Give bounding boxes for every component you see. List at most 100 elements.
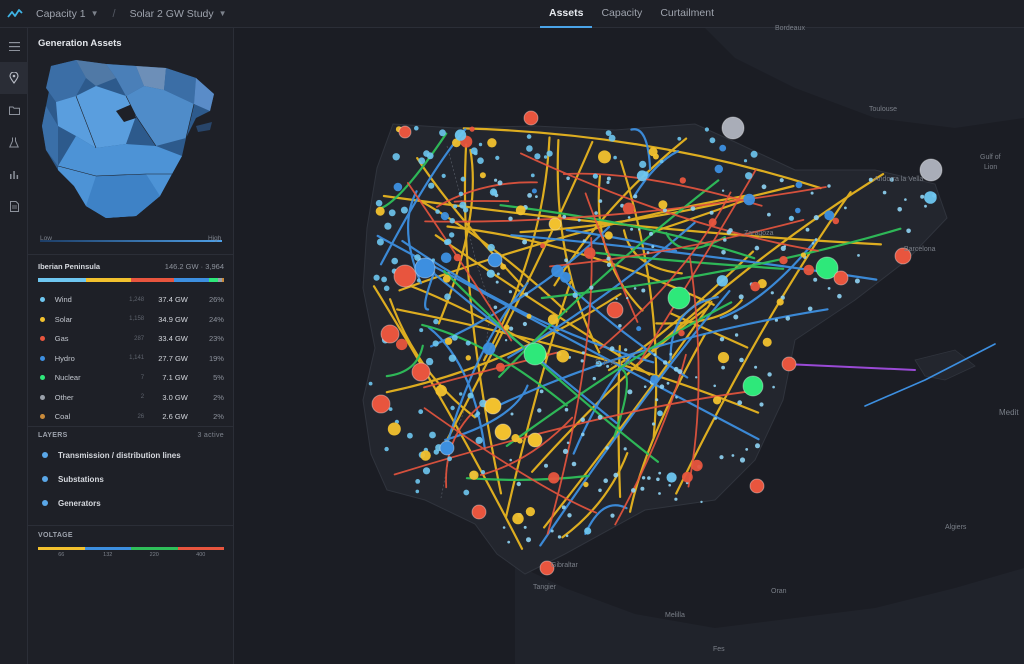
generator-marker[interactable] — [584, 527, 592, 535]
generator-marker[interactable] — [682, 471, 693, 483]
substation-marker[interactable] — [463, 489, 470, 496]
substation-marker[interactable] — [373, 274, 380, 281]
generator-marker[interactable] — [512, 512, 524, 525]
source-row-nuclear[interactable]: Nuclear 7 7.1 GW 5% — [38, 368, 224, 388]
substation-marker[interactable] — [522, 321, 527, 327]
substation-marker[interactable] — [407, 432, 413, 439]
substation-marker[interactable] — [504, 339, 508, 342]
flask-icon[interactable] — [0, 126, 28, 158]
substation-marker[interactable] — [646, 251, 650, 254]
generator-marker[interactable] — [824, 210, 835, 221]
substation-marker[interactable] — [640, 486, 645, 491]
substation-marker[interactable] — [633, 287, 637, 290]
substation-marker[interactable] — [605, 130, 612, 136]
substation-marker[interactable] — [544, 463, 548, 468]
substation-marker[interactable] — [415, 479, 421, 484]
substation-marker[interactable] — [435, 209, 440, 214]
substation-marker[interactable] — [419, 328, 424, 333]
substation-marker[interactable] — [755, 443, 760, 449]
substation-marker[interactable] — [580, 359, 584, 363]
transmission-line[interactable] — [453, 200, 510, 203]
generator-marker[interactable] — [779, 256, 788, 265]
substation-marker[interactable] — [467, 392, 474, 399]
substation-marker[interactable] — [807, 306, 813, 312]
generator-marker[interactable] — [503, 324, 510, 331]
substation-marker[interactable] — [567, 513, 572, 518]
substation-marker[interactable] — [439, 129, 446, 137]
substation-marker[interactable] — [425, 357, 434, 366]
substation-marker[interactable] — [854, 278, 860, 284]
substation-marker[interactable] — [737, 400, 743, 406]
generator-marker[interactable] — [548, 472, 560, 484]
generator-marker[interactable] — [526, 313, 532, 319]
generator-marker[interactable] — [795, 207, 801, 214]
substation-marker[interactable] — [429, 431, 436, 439]
substation-marker[interactable] — [837, 293, 842, 299]
generator-marker[interactable] — [442, 274, 451, 283]
source-row-gas[interactable]: Gas 287 33.4 GW 23% — [38, 329, 224, 349]
substation-marker[interactable] — [594, 211, 598, 215]
plant-marker[interactable] — [721, 116, 745, 140]
region-choropleth-map[interactable] — [36, 56, 226, 226]
substation-marker[interactable] — [497, 180, 503, 186]
substation-marker[interactable] — [524, 292, 529, 296]
plant-marker[interactable] — [393, 264, 417, 288]
substation-marker[interactable] — [459, 201, 467, 209]
substation-marker[interactable] — [441, 173, 446, 178]
generator-marker[interactable] — [465, 355, 471, 361]
substation-marker[interactable] — [494, 178, 498, 182]
layer-toggle-substations[interactable]: Substations — [38, 471, 224, 487]
substation-marker[interactable] — [857, 254, 860, 257]
substation-marker[interactable] — [643, 385, 647, 389]
substation-marker[interactable] — [738, 294, 744, 300]
substation-marker[interactable] — [392, 153, 400, 161]
substation-marker[interactable] — [767, 372, 772, 377]
source-row-wind[interactable]: Wind 1,248 37.4 GW 26% — [38, 290, 224, 310]
substation-marker[interactable] — [666, 381, 670, 385]
substation-marker[interactable] — [649, 231, 653, 236]
substation-marker[interactable] — [534, 153, 541, 160]
substation-marker[interactable] — [721, 189, 725, 192]
substation-marker[interactable] — [633, 194, 638, 199]
substation-marker[interactable] — [522, 239, 528, 245]
substation-marker[interactable] — [623, 447, 627, 451]
generator-marker[interactable] — [716, 275, 728, 287]
generator-marker[interactable] — [598, 150, 611, 164]
tab-capacity[interactable]: Capacity — [592, 0, 651, 28]
generator-marker[interactable] — [551, 264, 564, 278]
substation-marker[interactable] — [562, 448, 569, 454]
substation-marker[interactable] — [627, 389, 633, 395]
layer-toggle-generators[interactable]: Generators — [38, 495, 224, 511]
substation-marker[interactable] — [675, 396, 678, 399]
substation-marker[interactable] — [844, 206, 847, 210]
generator-marker[interactable] — [583, 481, 589, 488]
substation-marker[interactable] — [868, 177, 873, 182]
substation-marker[interactable] — [655, 398, 659, 402]
generator-marker[interactable] — [714, 164, 723, 174]
substation-marker[interactable] — [508, 216, 513, 221]
source-row-solar[interactable]: Solar 1,158 34.9 GW 24% — [38, 310, 224, 330]
substation-marker[interactable] — [375, 199, 383, 207]
substation-marker[interactable] — [598, 488, 602, 493]
substation-marker[interactable] — [507, 540, 511, 544]
generator-marker[interactable] — [572, 292, 578, 298]
substation-marker[interactable] — [810, 191, 814, 195]
map-canvas[interactable] — [235, 28, 1024, 664]
substation-marker[interactable] — [674, 497, 678, 501]
generator-marker[interactable] — [750, 281, 760, 292]
substation-marker[interactable] — [418, 409, 424, 415]
source-row-other[interactable]: Other 2 3.0 GW 2% — [38, 388, 224, 408]
substation-marker[interactable] — [449, 232, 455, 238]
plant-marker[interactable] — [523, 342, 547, 366]
substation-marker[interactable] — [493, 305, 498, 310]
substation-marker[interactable] — [608, 134, 616, 142]
substation-marker[interactable] — [562, 214, 567, 219]
generator-marker[interactable] — [420, 450, 431, 461]
plant-marker[interactable] — [742, 375, 764, 397]
substation-marker[interactable] — [656, 477, 660, 482]
generator-marker[interactable] — [531, 188, 537, 194]
substation-marker[interactable] — [609, 346, 615, 352]
network-map[interactable]: Bordeaux Toulouse Andorra la Vella Gulf … — [235, 25, 1024, 664]
substation-marker[interactable] — [557, 535, 562, 539]
generator-marker[interactable] — [500, 263, 507, 270]
